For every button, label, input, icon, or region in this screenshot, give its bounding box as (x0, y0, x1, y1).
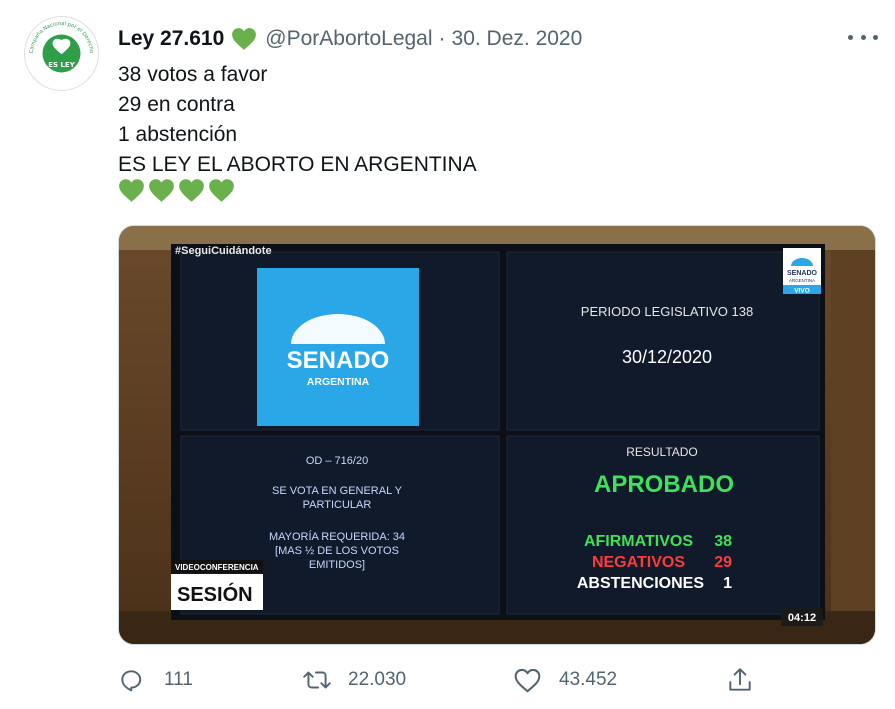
overlay-session: SESIÓN (177, 582, 253, 606)
tweet-text: 38 votos a favor 29 en contra 1 abstenci… (118, 60, 477, 180)
tweet-line: 29 en contra (118, 93, 235, 116)
video-timestamp: 04:12 (788, 612, 816, 624)
like-button[interactable]: 43.452 (514, 662, 617, 698)
session-date: 30/12/2020 (622, 347, 712, 367)
avatar[interactable]: Campaña Nacional por el Derecho al Abort… (24, 16, 99, 91)
majority-line: MAYORÍA REQUERIDA: 34 (269, 530, 405, 543)
result-label: RESULTADO (626, 445, 698, 459)
tweet-actions: 111 22.030 43.452 (118, 662, 758, 698)
tweet-line: 1 abstención (118, 123, 238, 146)
senado-logo-subtitle: ARGENTINA (307, 376, 370, 388)
reply-icon (121, 670, 142, 692)
tweet: Campaña Nacional por el Derecho al Abort… (0, 0, 895, 709)
hashtag-overlay: #SeguiCuidándote (175, 245, 272, 257)
tweet-line: 38 votos a favor (118, 63, 268, 86)
share-icon (729, 668, 751, 691)
tweet-media-image[interactable]: SENADO ARGENTINA #SeguiCuidándote PERIOD… (118, 225, 876, 645)
share-button[interactable] (727, 662, 753, 698)
overlay-videoconferencia: VIDEOCONFERENCIA (175, 563, 259, 572)
heart-outline-icon (514, 668, 541, 692)
retweet-count: 22.030 (348, 669, 407, 690)
like-count: 43.452 (559, 669, 618, 690)
green-heart-icon (119, 179, 144, 202)
abstenciones-label: ABSTENCIONES (577, 575, 704, 592)
avatar-center-text: ES LEY (48, 61, 76, 69)
tweet-line: ES LEY EL ABORTO EN ARGENTINA (118, 153, 477, 176)
majority-line: EMITIDOS] (309, 559, 365, 571)
green-heart-icon (149, 179, 174, 202)
od-number: OD – 716/20 (306, 455, 368, 467)
tweet-date[interactable]: 30. Dez. 2020 (452, 27, 583, 51)
green-hearts-emoji (118, 178, 235, 203)
senado-logo-title: SENADO (287, 347, 390, 374)
green-heart-icon (179, 179, 204, 202)
retweet-icon (303, 671, 331, 689)
period-text: PERIODO LEGISLATIVO 138 (581, 304, 753, 319)
majority-line: [MAS ½ DE LOS VOTOS (275, 545, 399, 557)
reply-button[interactable]: 111 (118, 662, 193, 698)
tweet-header: Ley 27.610 @PorAbortoLegal · 30. Dez. 20… (118, 24, 582, 54)
badge-live: VIVO (794, 288, 810, 295)
header-separator: · (438, 27, 446, 50)
negativos-label: NEGATIVOS (592, 554, 685, 571)
green-heart-icon (209, 179, 234, 202)
badge-subtitle: ARGENTINA (789, 278, 815, 283)
badge-title: SENADO (787, 270, 818, 277)
result-status: APROBADO (594, 471, 734, 498)
vote-line: PARTICULAR (303, 499, 372, 511)
abstenciones-value: 1 (723, 575, 732, 592)
afirmativos-value: 38 (714, 533, 732, 550)
retweet-button[interactable]: 22.030 (302, 662, 406, 698)
display-name[interactable]: Ley 27.610 (118, 27, 224, 51)
negativos-value: 29 (714, 554, 732, 571)
more-options-icon[interactable] (848, 26, 878, 48)
green-heart-icon (231, 27, 257, 51)
afirmativos-label: AFIRMATIVOS (584, 533, 693, 550)
vote-line: SE VOTA EN GENERAL Y (272, 485, 403, 497)
reply-count: 111 (164, 669, 193, 690)
user-handle[interactable]: @PorAbortoLegal (265, 27, 432, 51)
